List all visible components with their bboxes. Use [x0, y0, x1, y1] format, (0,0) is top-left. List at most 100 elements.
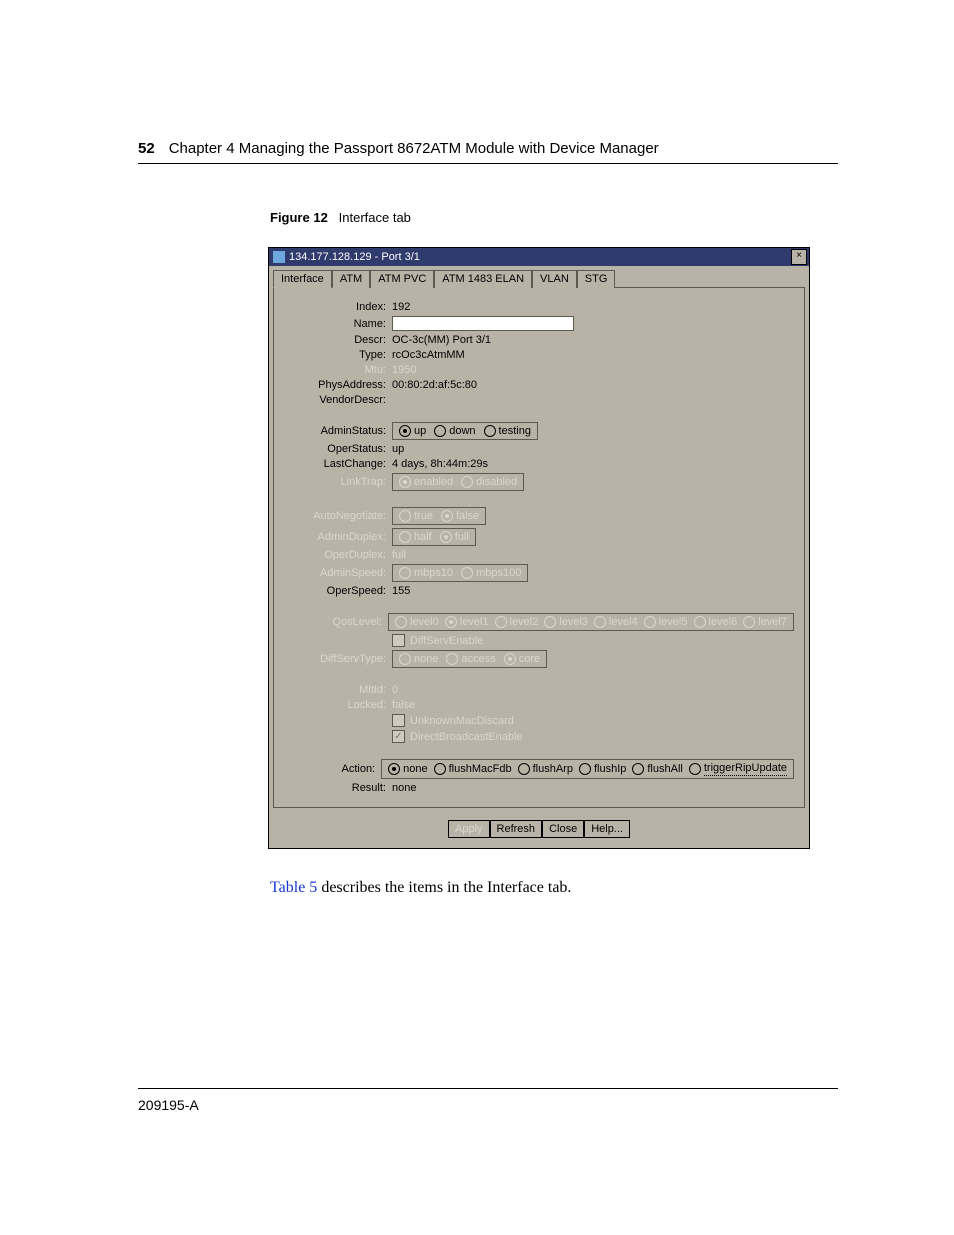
radio-action-fluship[interactable]: flushIp [579, 763, 626, 775]
radio-adminspeed-10[interactable]: mbps10 [399, 567, 453, 579]
name-field[interactable] [392, 316, 574, 331]
radio-adminduplex-half[interactable]: half [399, 531, 432, 543]
label-diffservtype: DiffServType: [300, 653, 392, 665]
value-result: none [392, 782, 416, 794]
value-mltid: 0 [392, 684, 398, 696]
checkbox-directbroadcastenable[interactable]: DirectBroadcastEnable [392, 730, 523, 743]
help-button[interactable]: Help... [584, 820, 630, 838]
tab-interface[interactable]: Interface [273, 270, 332, 288]
tab-stg[interactable]: STG [577, 270, 616, 288]
label-adminspeed: AdminSpeed: [300, 567, 392, 579]
linktrap-group: enabled disabled [392, 473, 524, 491]
value-descr: OC-3c(MM) Port 3/1 [392, 334, 491, 346]
radio-action-triggerripupdate[interactable]: triggerRipUpdate [689, 762, 787, 776]
label-adminduplex: AdminDuplex: [300, 531, 392, 543]
body-text-rest: describes the items in the Interface tab… [317, 879, 571, 896]
value-type: rcOc3cAtmMM [392, 349, 465, 361]
dialog-buttons: Apply Refresh Close Help... [269, 814, 809, 848]
label-action: Action: [300, 763, 381, 775]
interface-dialog: 134.177.128.129 - Port 3/1 × Interface A… [268, 247, 810, 849]
figure-caption: Figure 12 Interface tab [270, 210, 838, 225]
radio-adminspeed-100[interactable]: mbps100 [461, 567, 521, 579]
radio-diffserv-access[interactable]: access [446, 653, 495, 665]
value-index: 192 [392, 301, 410, 313]
label-qoslevel: QosLevel: [300, 616, 388, 628]
radio-qos-3[interactable]: level3 [544, 616, 588, 628]
label-operspeed: OperSpeed: [300, 585, 392, 597]
refresh-button[interactable]: Refresh [490, 820, 543, 838]
figure-label: Figure 12 [270, 210, 328, 225]
value-operduplex: full [392, 549, 406, 561]
label-locked: Locked: [300, 699, 392, 711]
tab-atm-pvc[interactable]: ATM PVC [370, 270, 434, 288]
label-mtu: Mtu: [300, 364, 392, 376]
close-icon[interactable]: × [791, 249, 807, 265]
radio-qos-0[interactable]: level0 [395, 616, 439, 628]
adminstatus-group: up down testing [392, 422, 538, 440]
radio-diffserv-none[interactable]: none [399, 653, 438, 665]
radio-autoneg-true[interactable]: true [399, 510, 433, 522]
checkbox-diffservenable[interactable]: DiffServEnable [392, 634, 483, 647]
radio-diffserv-core[interactable]: core [504, 653, 540, 665]
adminspeed-group: mbps10 mbps100 [392, 564, 528, 582]
label-autonegotiate: AutoNegotiate: [300, 510, 392, 522]
page-footer: 209195-A [138, 1088, 838, 1113]
label-lastchange: LastChange: [300, 458, 392, 470]
adminduplex-group: half full [392, 528, 476, 546]
qoslevel-group: level0 level1 level2 level3 level4 level… [388, 613, 794, 631]
table-5-link[interactable]: Table 5 [270, 879, 317, 896]
radio-qos-6[interactable]: level6 [694, 616, 738, 628]
radio-qos-2[interactable]: level2 [495, 616, 539, 628]
page-header: 52 Chapter 4 Managing the Passport 8672A… [138, 140, 838, 164]
label-descr: Descr: [300, 334, 392, 346]
label-type: Type: [300, 349, 392, 361]
label-operstatus: OperStatus: [300, 443, 392, 455]
checkbox-unknownmacdiscard[interactable]: UnknownMacDiscard [392, 714, 514, 727]
value-lastchange: 4 days, 8h:44m:29s [392, 458, 488, 470]
label-mltid: MltId: [300, 684, 392, 696]
figure-title: Interface tab [339, 210, 411, 225]
chapter-title: Chapter 4 Managing the Passport 8672ATM … [169, 140, 659, 157]
radio-action-flusharp[interactable]: flushArp [518, 763, 573, 775]
tab-atm-1483[interactable]: ATM 1483 ELAN [434, 270, 532, 288]
interface-panel: Index:192 Name: Descr:OC-3c(MM) Port 3/1… [273, 287, 805, 808]
radio-adminduplex-full[interactable]: full [440, 531, 469, 543]
action-group: none flushMacFdb flushArp flushIp flushA… [381, 759, 794, 779]
label-result: Result: [300, 782, 392, 794]
label-operduplex: OperDuplex: [300, 549, 392, 561]
label-index: Index: [300, 301, 392, 313]
label-linktrap: LinkTrap: [300, 476, 392, 488]
radio-linktrap-disabled[interactable]: disabled [461, 476, 517, 488]
apply-button[interactable]: Apply [448, 820, 490, 838]
radio-adminstatus-testing[interactable]: testing [484, 425, 531, 437]
value-mtu: 1950 [392, 364, 416, 376]
dialog-titlebar: 134.177.128.129 - Port 3/1 × [269, 248, 809, 266]
radio-action-flushmacfdb[interactable]: flushMacFdb [434, 763, 512, 775]
value-locked: false [392, 699, 415, 711]
radio-adminstatus-up[interactable]: up [399, 425, 426, 437]
dialog-title: 134.177.128.129 - Port 3/1 [289, 251, 791, 263]
tab-atm[interactable]: ATM [332, 270, 370, 288]
radio-action-none[interactable]: none [388, 763, 427, 775]
radio-linktrap-enabled[interactable]: enabled [399, 476, 453, 488]
body-text: Table 5 describes the items in the Inter… [270, 879, 838, 897]
diffservtype-group: none access core [392, 650, 547, 668]
autonegotiate-group: true false [392, 507, 486, 525]
radio-qos-4[interactable]: level4 [594, 616, 638, 628]
radio-qos-1[interactable]: level1 [445, 616, 489, 628]
radio-adminstatus-down[interactable]: down [434, 425, 475, 437]
value-operstatus: up [392, 443, 404, 455]
value-physaddress: 00:80:2d:af:5c:80 [392, 379, 477, 391]
close-button[interactable]: Close [542, 820, 584, 838]
label-physaddress: PhysAddress: [300, 379, 392, 391]
app-icon [273, 251, 285, 263]
tab-strip: Interface ATM ATM PVC ATM 1483 ELAN VLAN… [269, 266, 809, 287]
radio-qos-5[interactable]: level5 [644, 616, 688, 628]
value-operspeed: 155 [392, 585, 410, 597]
page-number: 52 [138, 140, 155, 157]
label-vendordescr: VendorDescr: [300, 394, 392, 406]
radio-action-flushall[interactable]: flushAll [632, 763, 682, 775]
radio-autoneg-false[interactable]: false [441, 510, 479, 522]
tab-vlan[interactable]: VLAN [532, 270, 577, 288]
radio-qos-7[interactable]: level7 [743, 616, 787, 628]
